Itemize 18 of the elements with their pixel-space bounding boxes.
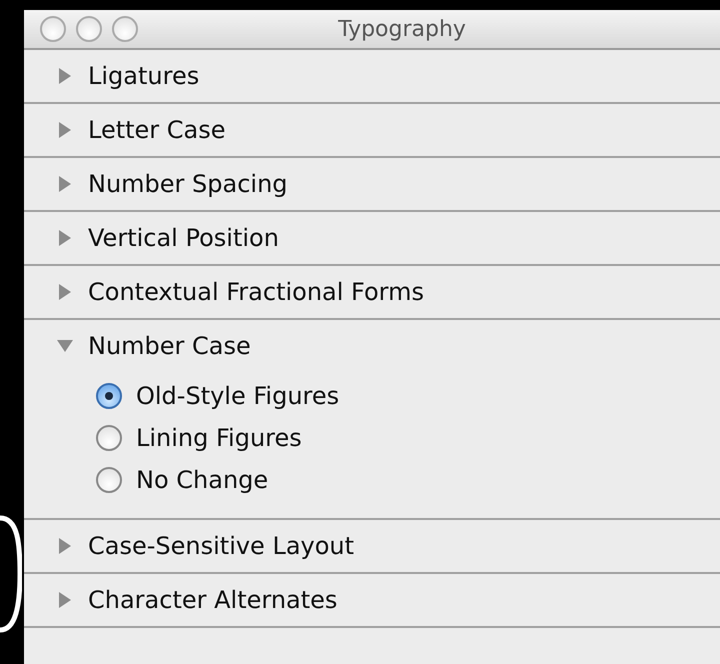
option-label[interactable]: Lining Figures [136,424,302,452]
section-header[interactable]: Number Case [88,332,251,360]
radio-button[interactable] [96,467,122,493]
option-label[interactable]: No Change [136,466,268,494]
section-header[interactable]: Vertical Position [88,224,279,252]
close-button[interactable] [40,16,66,42]
section-header[interactable]: Ligatures [88,62,200,90]
radio-button[interactable] [96,425,122,451]
option-label[interactable]: Old-Style Figures [136,382,340,410]
section-header[interactable]: Number Spacing [88,170,288,198]
section-header[interactable]: Character Alternates [88,586,338,614]
section-header[interactable]: Letter Case [88,116,226,144]
section-header[interactable]: Case-Sensitive Layout [88,532,354,560]
window-title: Typography [337,16,466,42]
zoom-button[interactable] [112,16,138,42]
section-header[interactable]: Contextual Fractional Forms [88,278,424,306]
minimize-button[interactable] [76,16,102,42]
radio-button[interactable] [96,383,122,409]
